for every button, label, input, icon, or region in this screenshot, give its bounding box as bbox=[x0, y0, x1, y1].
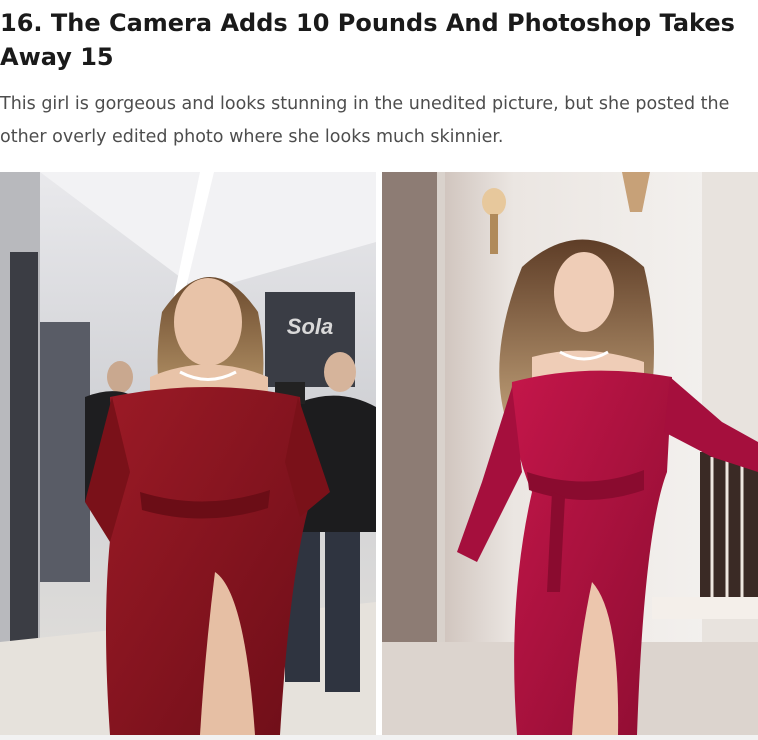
bottom-divider bbox=[0, 735, 758, 740]
unedited-photo-illustration: Sola bbox=[0, 172, 376, 735]
comparison-photos: Sola bbox=[0, 172, 758, 735]
article-heading: 16. The Camera Adds 10 Pounds And Photos… bbox=[0, 9, 735, 71]
sola-sign-text: Sola bbox=[287, 314, 333, 339]
edited-photo-illustration bbox=[382, 172, 758, 735]
edited-photo bbox=[382, 172, 758, 735]
article-description: This girl is gorgeous and looks stunning… bbox=[0, 94, 730, 147]
unedited-photo: Sola bbox=[0, 172, 376, 735]
